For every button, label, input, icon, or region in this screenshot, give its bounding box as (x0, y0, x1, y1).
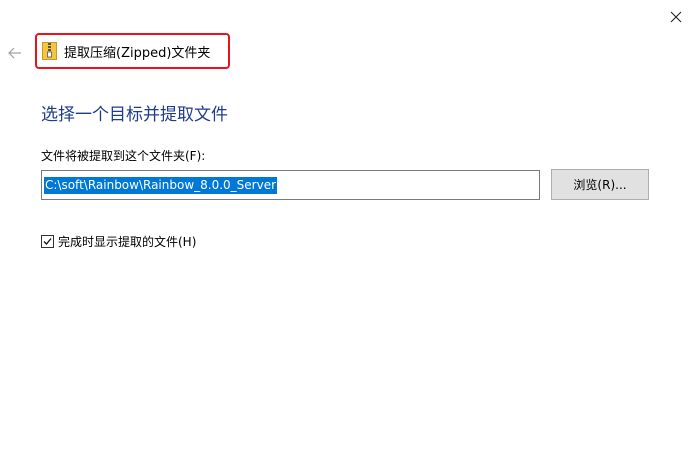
show-files-checkbox[interactable] (41, 235, 54, 248)
page-heading: 选择一个目标并提取文件 (41, 105, 228, 125)
close-icon (670, 11, 682, 23)
destination-path-value: C:\soft\Rainbow\Rainbow_8.0.0_Server (44, 176, 278, 194)
extract-dialog: 提取压缩(Zipped)文件夹 选择一个目标并提取文件 文件将被提取到这个文件夹… (0, 0, 696, 473)
close-button[interactable] (662, 4, 690, 30)
dialog-title: 提取压缩(Zipped)文件夹 (35, 33, 230, 69)
browse-button[interactable]: 浏览(R)... (551, 169, 649, 200)
back-button[interactable] (4, 42, 26, 64)
destination-label: 文件将被提取到这个文件夹(F): (41, 149, 206, 163)
back-arrow-icon (8, 47, 21, 59)
destination-path-input[interactable]: C:\soft\Rainbow\Rainbow_8.0.0_Server (41, 170, 540, 200)
show-files-option[interactable]: 完成时显示提取的文件(H) (41, 233, 196, 250)
dialog-title-text: 提取压缩(Zipped)文件夹 (64, 45, 211, 61)
show-files-label: 完成时显示提取的文件(H) (58, 235, 197, 249)
checkmark-icon (43, 238, 52, 245)
zipped-folder-icon (42, 42, 57, 60)
